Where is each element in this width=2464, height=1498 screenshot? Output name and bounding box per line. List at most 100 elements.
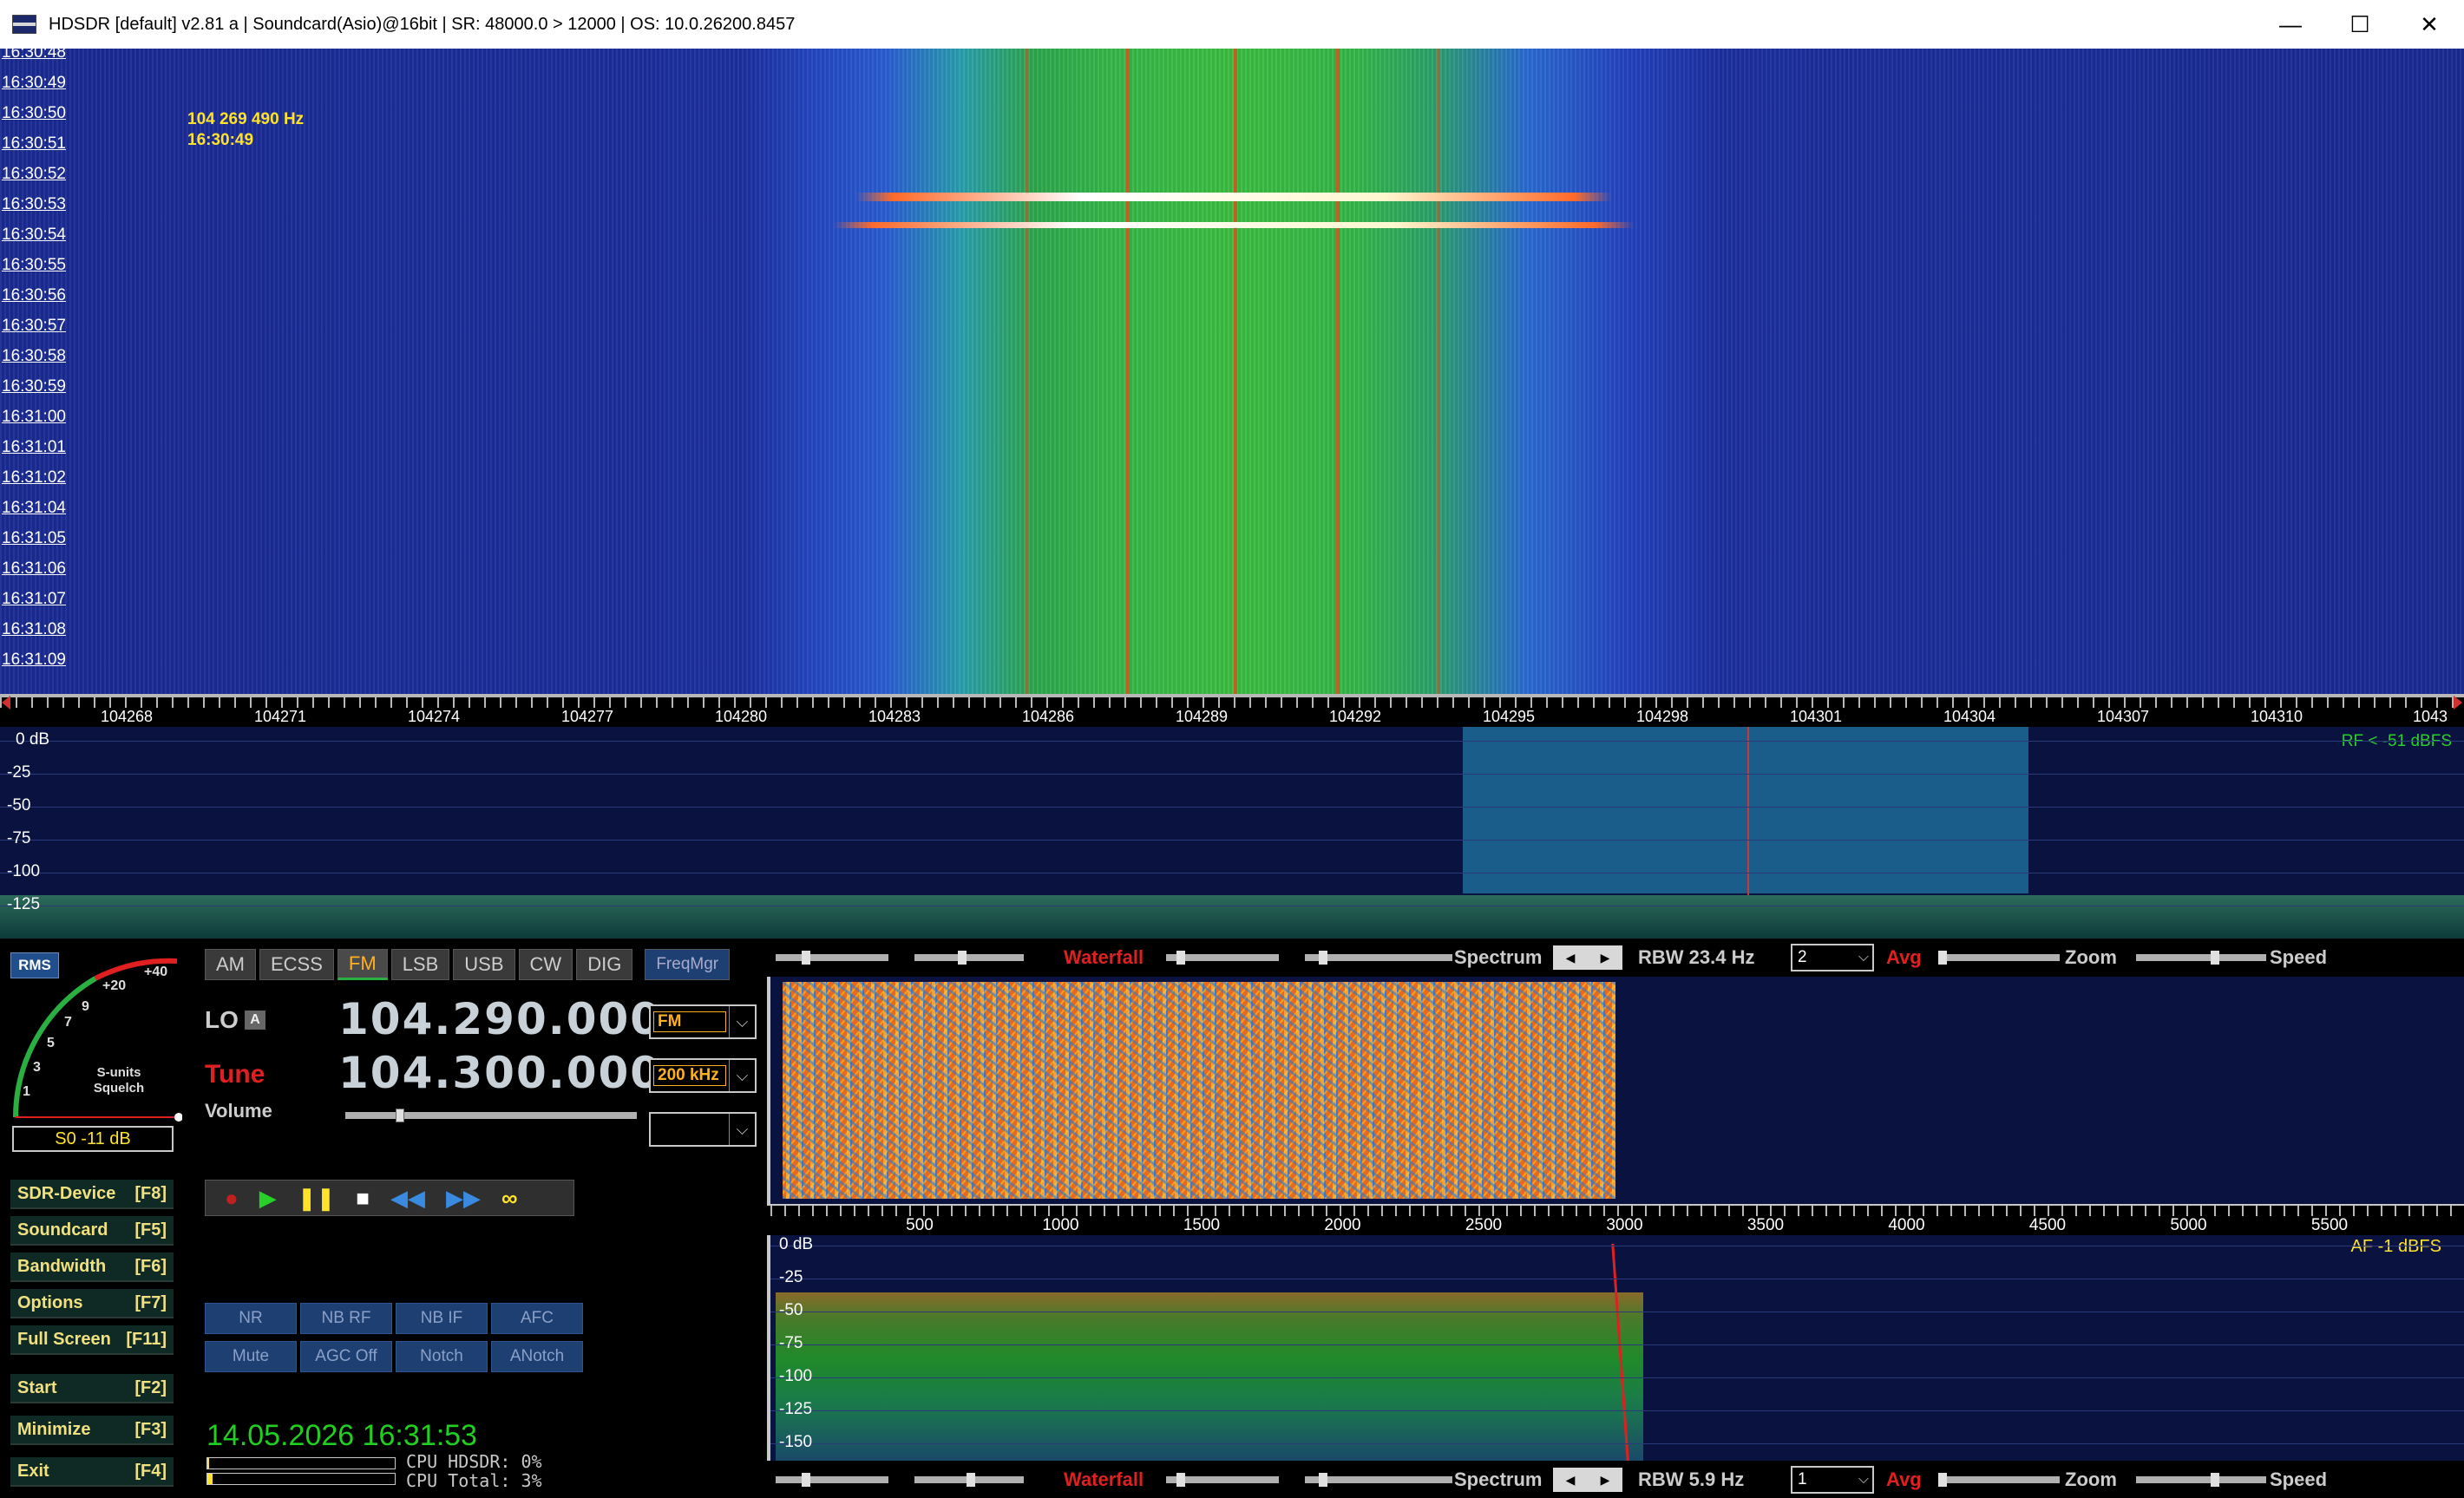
mode-lsb-button[interactable]: LSB [390,949,450,980]
scroll-left-icon[interactable] [2,696,10,710]
loop-icon[interactable]: ∞ [501,1185,518,1212]
anotch-button[interactable]: ANotch [491,1341,583,1372]
minimize-app-button[interactable]: Minimize [F3] [10,1416,174,1445]
af-spectrum[interactable]: AF -1 dBFS 0 dB -25 -50 -75 -100 -125 -150 [767,1235,2464,1461]
arrow-left-icon[interactable]: ◀ [1566,951,1576,965]
mode-cw-button[interactable]: CW [518,949,573,980]
slider-thumb[interactable] [2211,1473,2219,1487]
lo-frequency-display[interactable]: 104.290.000 [338,994,662,1044]
maximize-button[interactable]: ☐ [2325,0,2395,49]
volume-slider-thumb[interactable] [396,1109,404,1122]
arrow-left-icon[interactable]: ◀ [1566,1473,1576,1488]
close-button[interactable]: ✕ [2395,0,2464,49]
slider-thumb[interactable] [958,951,967,965]
af-waterfall[interactable] [767,977,2464,1204]
mute-button[interactable]: Mute [205,1341,297,1372]
stop-icon[interactable]: ■ [356,1185,370,1212]
pause-icon[interactable]: ❚❚ [298,1185,336,1212]
nb-rf-button[interactable]: NB RF [300,1303,392,1334]
minimize-button[interactable]: — [2256,0,2325,49]
avg-dropdown[interactable]: 2 ⌵ [1791,944,1874,971]
slider-thumb[interactable] [1938,951,1947,965]
frequency-label: 104304 [1943,708,1996,725]
slider-thumb[interactable] [1319,1473,1327,1487]
slider-thumb[interactable] [802,951,810,965]
control-panel: RMS +40 +20 9 7 5 3 1 S-units Squelch S0… [0,939,763,1498]
mode-ecss-button[interactable]: ECSS [259,949,334,980]
squelch-text[interactable]: Squelch [87,1081,151,1096]
arrow-right-icon[interactable]: ▶ [1601,1473,1610,1488]
s-units-text: S-units [96,1065,141,1080]
title-bar: HDSDR [default] v2.81 a | Soundcard(Asio… [0,0,2464,49]
frequency-label: 104286 [1021,708,1075,725]
rbw-spinner[interactable]: ◀ ▶ [1553,1468,1622,1492]
rf-waterfall[interactable]: 16:30:48 16:30:49 16:30:50 16:30:51 16:30:52… [0,49,2464,694]
zoom-slider[interactable] [1938,954,2060,961]
chevron-down-icon: ⌵ [729,1060,755,1091]
lo-a-button[interactable]: A [245,1011,265,1030]
speed-slider[interactable] [2136,954,2266,961]
sdr-device-button[interactable]: SDR-Device [F8] [10,1180,174,1209]
frequency-label: 104268 [100,708,154,725]
db-label: 0 dB [779,1235,814,1253]
slider-thumb[interactable] [802,1473,810,1487]
waterfall-brightness-slider[interactable] [914,954,1024,961]
bandwidth-dropdown[interactable]: 200 kHz ⌵ [649,1058,757,1093]
freqmgr-button[interactable]: FreqMgr [645,949,731,980]
rbw-spinner[interactable]: ◀ ▶ [1553,945,1622,970]
play-icon[interactable]: ▶ [259,1185,277,1212]
grid-line [0,774,2464,775]
options-button[interactable]: Options [F7] [10,1289,174,1318]
db-label: -50 [779,1301,803,1319]
slider-thumb[interactable] [967,1473,975,1487]
scroll-right-icon[interactable] [2454,696,2462,710]
mode-usb-button[interactable]: USB [453,949,515,980]
grid-line [0,807,2464,808]
start-button[interactable]: Start [F2] [10,1374,174,1403]
af-frequency-label: 2500 [1465,1216,1503,1234]
time-label: 16:30:52 [2,165,66,183]
full-screen-button[interactable]: Full Screen [F11] [10,1325,174,1355]
exit-button[interactable]: Exit [F4] [10,1457,174,1487]
tune-marker[interactable] [1747,727,1749,900]
demod-dropdown[interactable]: FM ⌵ [649,1004,757,1039]
speed-slider[interactable] [2136,1476,2266,1483]
agc-button[interactable]: AGC Off [300,1341,392,1372]
rewind-icon[interactable]: ◀◀ [390,1185,425,1212]
avg-dropdown[interactable]: 1 ⌵ [1791,1466,1874,1494]
mode-fm-button[interactable]: FM [337,949,388,980]
record-icon[interactable]: ● [225,1185,239,1212]
slider-thumb[interactable] [1319,951,1327,965]
zoom-slider[interactable] [1938,1476,2060,1483]
rms-button[interactable]: RMS [10,952,59,978]
time-label: 16:30:50 [2,104,66,122]
fast-forward-icon[interactable]: ▶▶ [446,1185,481,1212]
slider-thumb[interactable] [1176,1473,1185,1487]
tune-frequency-display[interactable]: 104.300.000 [338,1048,662,1098]
extra-dropdown[interactable]: ⌵ [649,1112,757,1147]
frequency-axis[interactable]: 104268 104271 104274 104277 104280 104283 1042… [0,694,2464,727]
slider-thumb[interactable] [1938,1473,1947,1487]
mode-am-button[interactable]: AM [205,949,256,980]
nr-button[interactable]: NR [205,1303,297,1334]
bandwidth-button[interactable]: Bandwidth [F6] [10,1253,174,1282]
frequency-label: 104280 [714,708,768,725]
slider-thumb[interactable] [2211,951,2219,965]
arrow-right-icon[interactable]: ▶ [1601,951,1610,965]
afc-button[interactable]: AFC [491,1303,583,1334]
nb-if-button[interactable]: NB IF [396,1303,488,1334]
waterfall-contrast-slider[interactable] [776,1476,888,1483]
chevron-down-icon: ⌵ [729,1114,755,1145]
rf-spectrum[interactable]: RF < -51 dBFS 0 dB -25 -50 -75 -100 -125 [0,727,2464,939]
notch-button[interactable]: Notch [396,1341,488,1372]
filter-passband[interactable] [1463,727,2028,893]
mode-dig-button[interactable]: DIG [576,949,633,980]
db-label: 0 dB [16,730,50,749]
volume-slider[interactable] [345,1112,637,1119]
soundcard-button[interactable]: Soundcard [F5] [10,1216,174,1246]
time-label: 16:30:59 [2,377,66,396]
waterfall-contrast-slider[interactable] [776,954,888,961]
slider-thumb[interactable] [1176,951,1185,965]
grid-line [0,840,2464,841]
button-shortcut: [F7] [134,1292,167,1312]
